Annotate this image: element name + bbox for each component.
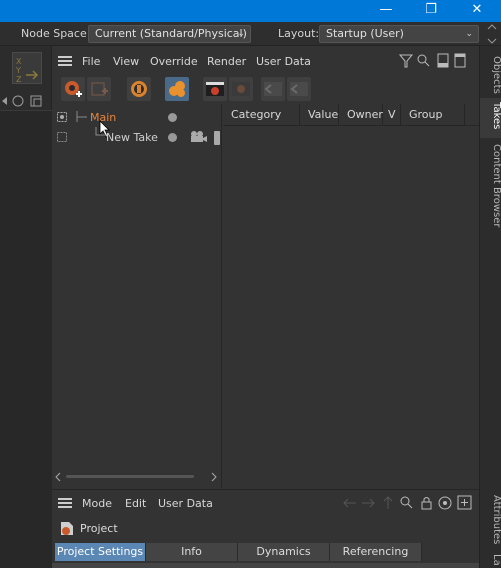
svg-text:X: X (16, 57, 22, 66)
column-value[interactable]: Value (300, 104, 339, 126)
back-arrow-icon (343, 498, 356, 508)
viewport-area[interactable] (0, 110, 52, 568)
layout-dropdown[interactable]: Startup (User) ⌄ (319, 25, 479, 43)
minimize-button[interactable]: — (363, 0, 409, 22)
column-category[interactable]: Category (223, 104, 300, 126)
render-setting-icon[interactable] (214, 131, 220, 145)
auto-take-button[interactable] (127, 77, 151, 101)
tab-content-browser[interactable]: Content Browser (480, 140, 501, 230)
tree-horizontal-scrollbar[interactable] (52, 470, 222, 484)
lock-icon (421, 497, 432, 510)
tab-objects[interactable]: Objects (480, 52, 501, 96)
attributes-menubar: Mode Edit User Data (52, 489, 479, 515)
left-viewport-panel: X Y Z (0, 46, 52, 568)
tab-layers[interactable]: La (480, 550, 501, 568)
close-button[interactable]: ✕ (454, 0, 500, 22)
compare-right-button[interactable] (287, 77, 311, 101)
menu-render[interactable]: Render (207, 55, 246, 68)
overrides-column-header: Category Value Owner V Group Tag (223, 104, 479, 143)
take-checkbox-icon[interactable] (57, 132, 67, 142)
add-take-button[interactable] (61, 77, 85, 101)
hamburger-icon[interactable] (58, 498, 72, 508)
take-row-new-take[interactable]: New Take (52, 127, 222, 147)
menu-override[interactable]: Override (150, 55, 198, 68)
up-arrow-icon (383, 496, 393, 509)
menu-mode[interactable]: Mode (82, 497, 112, 510)
tab-takes[interactable]: Takes (480, 98, 501, 138)
forward-arrow-icon (362, 498, 375, 508)
overrides-grid[interactable] (223, 126, 479, 488)
take-name-new-take[interactable]: New Take (106, 131, 158, 144)
panel-icon (437, 53, 449, 68)
chevron-down-icon: ⌄ (237, 29, 245, 39)
menu-file[interactable]: File (82, 55, 100, 68)
node-space-bar: Node Space: Current (Standard/Physical) … (0, 22, 501, 46)
attributes-tools (342, 495, 476, 511)
filter-icon (398, 54, 414, 68)
svg-text:Y: Y (15, 66, 21, 75)
tab-info[interactable]: Info (146, 543, 238, 561)
menu-view[interactable]: View (113, 55, 139, 68)
search-icon (417, 54, 430, 67)
window-icon (454, 53, 466, 68)
node-space-label: Node Space: (21, 27, 91, 40)
layout-value: Startup (User) (326, 27, 404, 40)
node-space-value: Current (Standard/Physical) (95, 27, 247, 40)
add-icon (457, 495, 472, 510)
lock-overrides-button[interactable] (165, 77, 189, 101)
viewport-nav-icons (0, 94, 52, 108)
render-all-button[interactable] (229, 77, 253, 101)
svg-text:Z: Z (16, 75, 22, 84)
take-status-dot[interactable] (168, 113, 177, 122)
menu-edit[interactable]: Edit (125, 497, 146, 510)
project-label: Project (80, 522, 118, 535)
render-take-button[interactable] (203, 77, 227, 101)
project-row: Project (52, 515, 479, 541)
tab-attributes[interactable]: Attributes (480, 491, 501, 547)
takes-tree: Main New Take (52, 104, 222, 488)
takes-menubar: File View Override Render User Data (52, 46, 479, 74)
tab-dynamics[interactable]: Dynamics (238, 543, 330, 561)
tree-branch-icon (76, 111, 88, 123)
chevron-down-icon: ⌄ (465, 29, 473, 39)
right-tab-strip: Objects Takes Content Browser Attributes… (479, 46, 501, 568)
take-status-dot[interactable] (168, 133, 177, 142)
camera-icon[interactable] (190, 131, 208, 143)
column-v[interactable]: V (383, 104, 401, 126)
menu-user-data[interactable]: User Data (158, 497, 213, 510)
project-icon (58, 519, 76, 537)
hamburger-icon[interactable] (58, 56, 72, 66)
target-icon (438, 496, 452, 510)
attribute-tabs: Project Settings Info Dynamics Referenci… (52, 541, 479, 563)
panel-scroll-indicator[interactable] (484, 24, 500, 44)
column-owner[interactable]: Owner (339, 104, 383, 126)
column-group-tag[interactable]: Group Tag (401, 104, 465, 143)
restore-button[interactable]: ❐ (408, 0, 454, 22)
search-icon (400, 496, 413, 509)
clone-take-button[interactable] (87, 77, 111, 101)
compare-left-button[interactable] (261, 77, 285, 101)
attribute-subtabs (52, 563, 479, 568)
window-titlebar: — ❐ ✕ (0, 0, 501, 22)
menu-user-data[interactable]: User Data (256, 55, 311, 68)
tab-project-settings[interactable]: Project Settings (55, 543, 146, 561)
take-row-main[interactable]: Main (52, 107, 222, 138)
axis-widget[interactable]: X Y Z (12, 52, 42, 84)
node-space-dropdown[interactable]: Current (Standard/Physical) ⌄ (88, 25, 251, 43)
takes-toolbar (52, 74, 479, 104)
menubar-tools (398, 53, 475, 69)
take-checkbox-icon[interactable] (57, 112, 67, 122)
layout-label: Layout: (278, 27, 320, 40)
tab-referencing[interactable]: Referencing (330, 543, 422, 561)
